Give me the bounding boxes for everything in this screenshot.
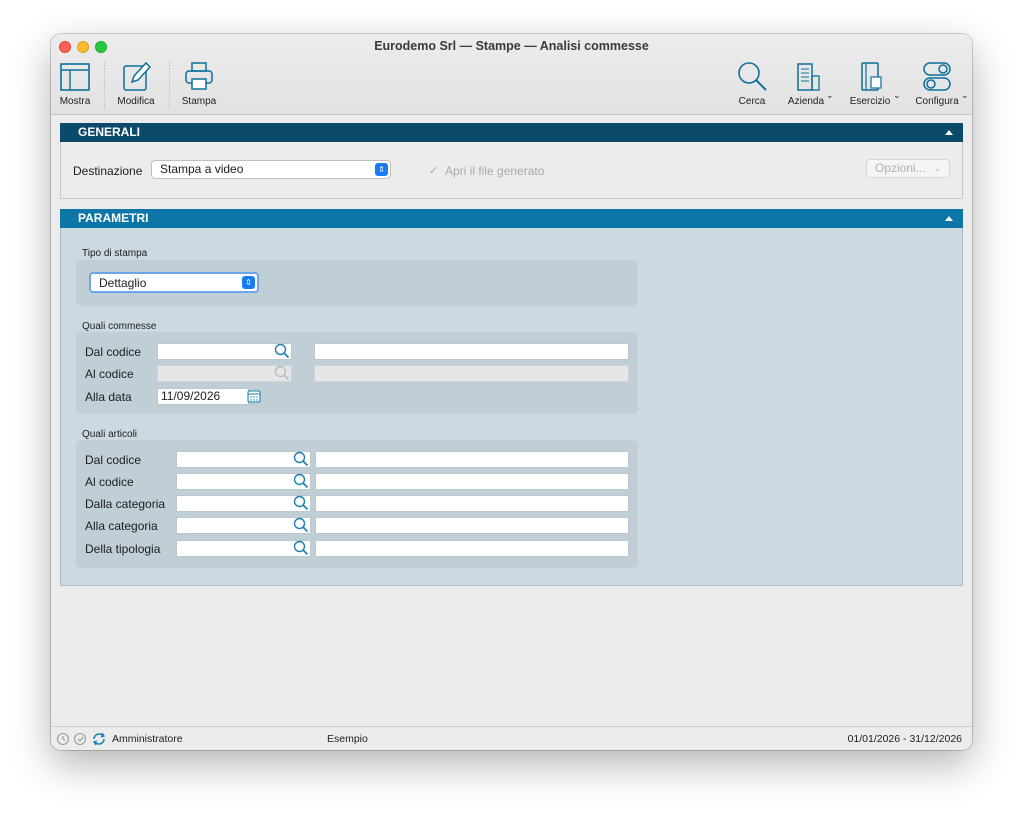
articoli-dal-codice-input[interactable] <box>176 451 311 468</box>
search-icon[interactable] <box>274 343 290 359</box>
articoli-dal-codice-label: Dal codice <box>85 453 142 467</box>
commesse-al-codice-label: Al codice <box>85 367 134 381</box>
modifica-button[interactable]: Modifica <box>115 60 157 107</box>
della-tipologia-label: Della tipologia <box>85 542 161 556</box>
configura-label: Configura <box>915 96 959 107</box>
status-period: 01/01/2026 - 31/12/2026 <box>847 733 962 745</box>
esercizio-button[interactable]: Esercizio <box>847 60 893 107</box>
tipo-stampa-label: Tipo di stampa <box>82 248 148 259</box>
select-arrows-icon: ⇕ <box>242 276 255 289</box>
search-icon <box>274 365 290 381</box>
articoli-al-descrizione-input[interactable] <box>315 473 629 490</box>
status-database: Esempio <box>327 733 368 745</box>
search-icon[interactable] <box>293 540 309 556</box>
azienda-chevron-down-icon[interactable]: ⌄ <box>826 90 834 101</box>
select-arrows-icon: ⇕ <box>375 163 388 176</box>
mostra-label: Mostra <box>59 96 91 107</box>
alla-categoria-descrizione-input[interactable] <box>315 517 629 534</box>
printer-icon <box>185 62 213 90</box>
titlebar: Eurodemo Srl — Stampe — Analisi commesse… <box>51 34 972 115</box>
dalla-categoria-input[interactable] <box>176 495 311 512</box>
search-icon[interactable] <box>293 451 309 467</box>
cerca-button[interactable]: Cerca <box>732 60 772 107</box>
configura-button[interactable]: Configura <box>914 60 960 107</box>
stampa-label: Stampa <box>181 96 217 107</box>
quali-commesse-title: Quali commesse <box>82 321 157 332</box>
configura-chevron-down-icon[interactable]: ⌄ <box>961 90 969 101</box>
commesse-al-codice-input <box>157 365 292 382</box>
destinazione-select[interactable]: Stampa a video ⇕ <box>151 160 391 179</box>
alla-data-value: 11/09/2026 <box>161 389 221 403</box>
sync-icon[interactable] <box>91 731 107 747</box>
parametri-title: PARAMETRI <box>78 211 149 225</box>
opzioni-button[interactable]: Opzioni... ⌄ <box>866 159 950 178</box>
commesse-dal-descrizione-input[interactable] <box>314 343 629 360</box>
undo-history-icon[interactable] <box>56 732 70 746</box>
della-tipologia-input[interactable] <box>176 540 311 557</box>
commesse-dal-codice-label: Dal codice <box>85 345 142 359</box>
dalla-categoria-descrizione-input[interactable] <box>315 495 629 512</box>
toolbar-separator <box>169 62 170 110</box>
alla-data-label: Alla data <box>85 390 132 404</box>
building-icon <box>797 63 820 91</box>
window-title: Eurodemo Srl — Stampe — Analisi commesse <box>374 39 649 53</box>
azienda-button[interactable]: Azienda <box>785 60 827 107</box>
status-bar: Amministratore Esempio 01/01/2026 - 31/1… <box>51 726 972 750</box>
ledger-icon <box>861 62 882 91</box>
toggle-settings-icon <box>923 62 951 91</box>
destinazione-value: Stampa a video <box>160 162 244 176</box>
articoli-dal-descrizione-input[interactable] <box>315 451 629 468</box>
azienda-label: Azienda <box>787 96 825 107</box>
alla-categoria-label: Alla categoria <box>85 519 158 533</box>
generali-title: GENERALI <box>78 125 141 139</box>
collapse-arrow-icon[interactable] <box>945 216 953 221</box>
layout-icon <box>60 63 90 91</box>
tipo-stampa-select[interactable]: Dettaglio ⇕ <box>89 272 259 293</box>
alla-categoria-input[interactable] <box>176 517 311 534</box>
mostra-button[interactable]: Mostra <box>57 60 93 107</box>
quali-articoli-title: Quali articoli <box>82 429 138 440</box>
search-icon[interactable] <box>293 495 309 511</box>
tipo-stampa-value: Dettaglio <box>99 276 147 290</box>
apri-file-label: Apri il file generato <box>445 164 545 178</box>
status-user: Amministratore <box>112 733 183 745</box>
calendar-icon[interactable] <box>247 389 261 403</box>
chevron-down-icon: ⌄ <box>933 163 941 173</box>
toolbar-separator <box>104 62 105 110</box>
search-icon[interactable] <box>293 473 309 489</box>
cerca-label: Cerca <box>738 96 766 107</box>
della-tipologia-descrizione-input[interactable] <box>315 540 629 557</box>
parametri-header[interactable]: PARAMETRI <box>60 209 963 228</box>
alla-data-input[interactable]: 11/09/2026 <box>157 388 249 405</box>
articoli-al-codice-input[interactable] <box>176 473 311 490</box>
dalla-categoria-label: Dalla categoria <box>85 497 166 511</box>
generali-header[interactable]: GENERALI <box>60 123 963 142</box>
opzioni-label: Opzioni... <box>875 161 926 175</box>
destinazione-label: Destinazione <box>73 164 143 178</box>
esercizio-chevron-down-icon[interactable]: ⌄ <box>893 90 901 101</box>
stampa-button[interactable]: Stampa <box>179 60 219 107</box>
redo-history-icon[interactable] <box>73 732 87 746</box>
search-icon[interactable] <box>293 517 309 533</box>
search-icon <box>738 62 767 91</box>
collapse-arrow-icon[interactable] <box>945 130 953 135</box>
apri-file-checkbox[interactable]: ✓ <box>429 166 439 177</box>
edit-icon <box>123 61 152 91</box>
app-window: Eurodemo Srl — Stampe — Analisi commesse… <box>51 34 972 750</box>
commesse-dal-codice-input[interactable] <box>157 343 292 360</box>
commesse-al-descrizione-input <box>314 365 629 382</box>
modifica-label: Modifica <box>117 96 155 107</box>
esercizio-label: Esercizio <box>849 96 891 107</box>
articoli-al-codice-label: Al codice <box>85 475 134 489</box>
